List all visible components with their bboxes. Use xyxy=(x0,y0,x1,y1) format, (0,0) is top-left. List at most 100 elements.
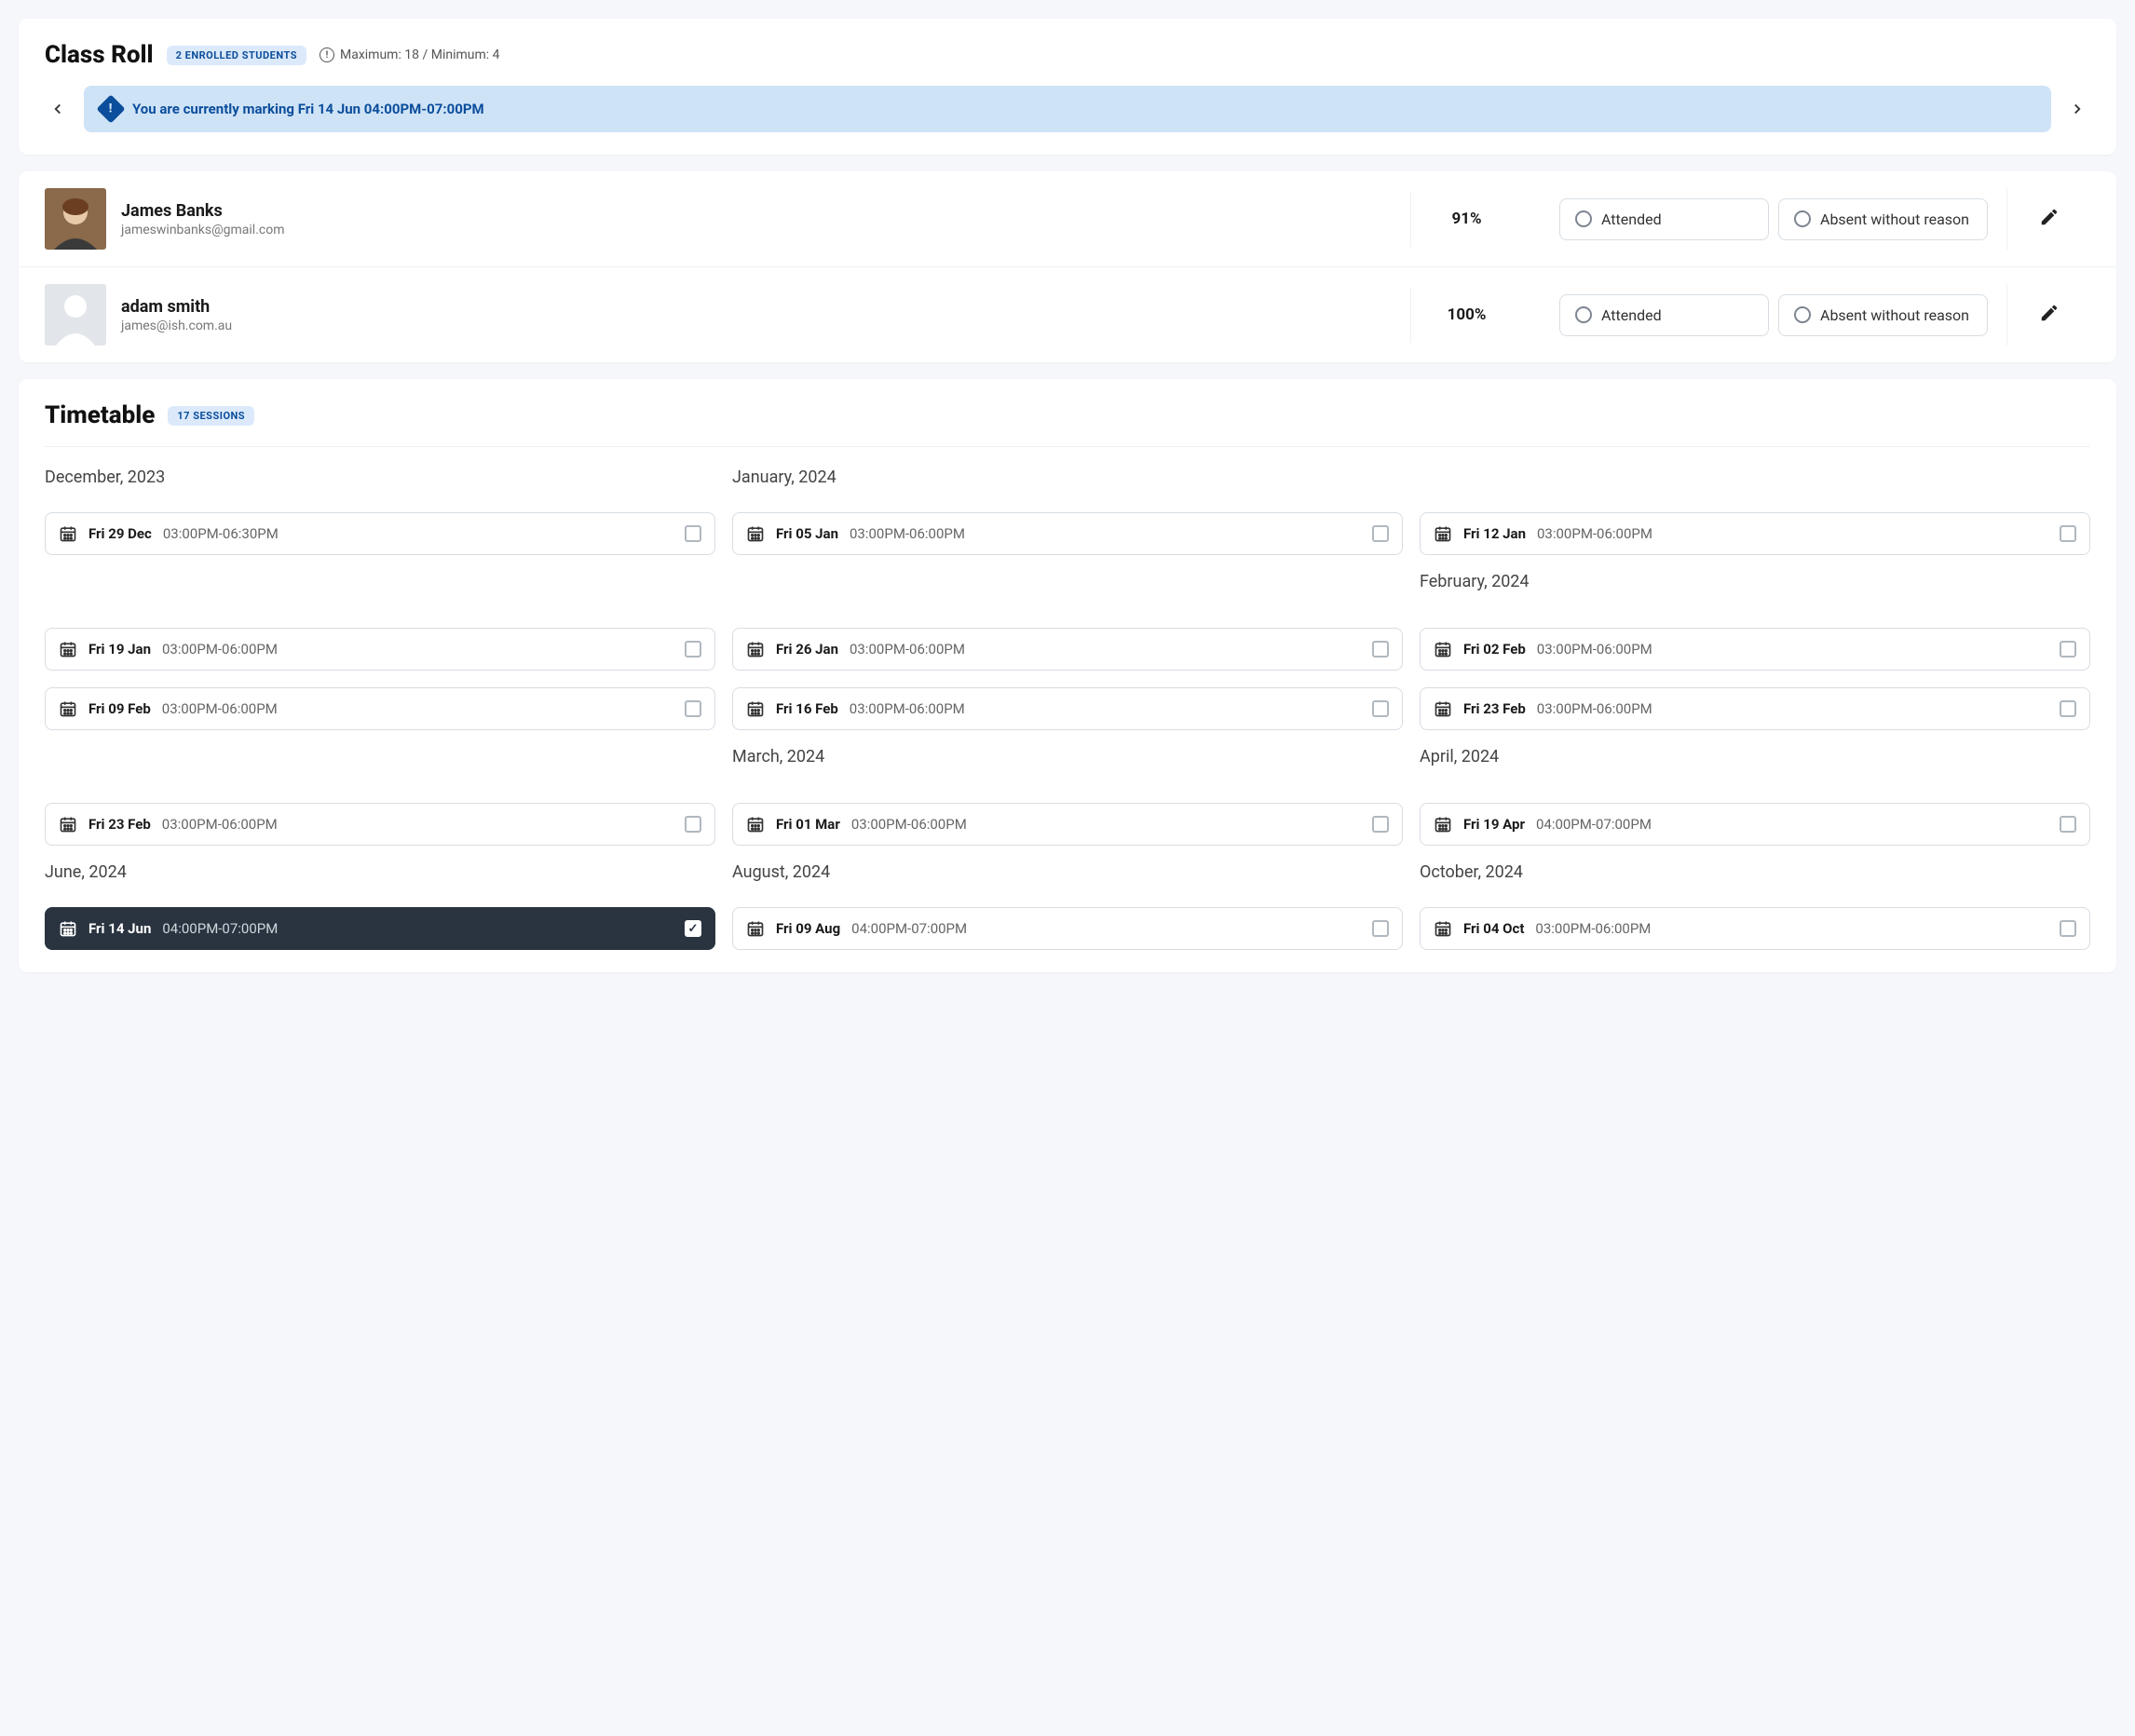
session-item[interactable]: Fri 29 Dec 03:00PM-06:30PM xyxy=(45,512,715,555)
calendar-icon xyxy=(746,524,765,543)
session-checkbox[interactable] xyxy=(1372,920,1389,937)
avatar-placeholder xyxy=(45,284,106,346)
radio-icon xyxy=(1575,210,1592,227)
month-label: August, 2024 xyxy=(732,862,1403,885)
session-checkbox[interactable] xyxy=(2060,641,2076,658)
edit-button[interactable] xyxy=(2039,303,2060,327)
session-time: 04:00PM-07:00PM xyxy=(851,920,967,937)
session-checkbox[interactable] xyxy=(1372,700,1389,717)
class-roll-card: Class Roll 2 ENROLLED STUDENTS ! Maximum… xyxy=(19,19,2116,155)
calendar-icon xyxy=(746,815,765,834)
session-checkbox[interactable]: ✓ xyxy=(685,920,701,937)
session-date: Fri 29 Dec xyxy=(88,525,152,542)
session-time: 03:00PM-06:00PM xyxy=(1537,641,1652,658)
absent-label: Absent without reason xyxy=(1820,306,1969,324)
banner-text: You are currently marking Fri 14 Jun 04:… xyxy=(132,101,484,117)
session-item[interactable]: Fri 09 Feb 03:00PM-06:00PM xyxy=(45,687,715,730)
session-item[interactable]: Fri 19 Jan 03:00PM-06:00PM xyxy=(45,628,715,671)
absent-option[interactable]: Absent without reason xyxy=(1778,198,1988,240)
session-checkbox[interactable] xyxy=(685,816,701,833)
student-email: james@ish.com.au xyxy=(121,319,232,333)
session-time: 03:00PM-06:00PM xyxy=(162,816,278,833)
session-date: Fri 26 Jan xyxy=(776,641,838,658)
session-time: 03:00PM-06:00PM xyxy=(851,816,967,833)
student-email: jameswinbanks@gmail.com xyxy=(121,223,285,237)
timetable-title: Timetable xyxy=(45,401,155,429)
class-roll-title: Class Roll xyxy=(45,41,154,69)
session-checkbox[interactable] xyxy=(1372,641,1389,658)
avatar xyxy=(45,284,106,346)
student-row: adam smith james@ish.com.au 100% Attende… xyxy=(19,266,2116,362)
avatar xyxy=(45,188,106,250)
session-item[interactable]: Fri 01 Mar 03:00PM-06:00PM xyxy=(732,803,1403,846)
students-card: James Banks jameswinbanks@gmail.com 91% … xyxy=(19,171,2116,362)
edit-button[interactable] xyxy=(2039,207,2060,231)
calendar-icon xyxy=(59,640,77,658)
session-item[interactable]: Fri 23 Feb 03:00PM-06:00PM xyxy=(1420,687,2090,730)
session-time: 03:00PM-06:00PM xyxy=(1535,920,1651,937)
student-name: adam smith xyxy=(121,297,232,317)
next-session-button[interactable] xyxy=(2064,96,2090,122)
session-item[interactable]: Fri 05 Jan 03:00PM-06:00PM xyxy=(732,512,1403,555)
student-name: James Banks xyxy=(121,201,285,221)
session-checkbox[interactable] xyxy=(2060,700,2076,717)
spacer xyxy=(732,572,1403,611)
session-checkbox[interactable] xyxy=(1372,525,1389,542)
session-date: Fri 09 Aug xyxy=(776,920,840,937)
session-item[interactable]: Fri 04 Oct 03:00PM-06:00PM xyxy=(1420,907,2090,950)
calendar-icon xyxy=(59,815,77,834)
session-item[interactable]: Fri 16 Feb 03:00PM-06:00PM xyxy=(732,687,1403,730)
calendar-icon xyxy=(746,919,765,938)
month-label: December, 2023 xyxy=(45,468,715,490)
timetable-header: Timetable 17 SESSIONS xyxy=(45,401,2090,447)
calendar-icon xyxy=(1434,919,1452,938)
session-time: 04:00PM-07:00PM xyxy=(1536,816,1652,833)
session-item[interactable]: Fri 26 Jan 03:00PM-06:00PM xyxy=(732,628,1403,671)
session-item[interactable]: Fri 02 Feb 03:00PM-06:00PM xyxy=(1420,628,2090,671)
session-checkbox[interactable] xyxy=(2060,920,2076,937)
info-icon: ! xyxy=(320,47,334,62)
student-row: James Banks jameswinbanks@gmail.com 91% … xyxy=(19,171,2116,266)
current-session-banner: ! You are currently marking Fri 14 Jun 0… xyxy=(84,86,2051,132)
session-date: Fri 02 Feb xyxy=(1463,641,1526,658)
session-date: Fri 01 Mar xyxy=(776,816,840,833)
session-date: Fri 04 Oct xyxy=(1463,920,1524,937)
prev-session-button[interactable] xyxy=(45,96,71,122)
calendar-icon xyxy=(59,699,77,718)
month-label xyxy=(1420,468,2090,490)
attended-label: Attended xyxy=(1601,306,1662,324)
session-time: 03:00PM-06:00PM xyxy=(850,700,965,717)
session-checkbox[interactable] xyxy=(685,641,701,658)
session-checkbox[interactable] xyxy=(2060,525,2076,542)
edit-cell xyxy=(2006,188,2090,250)
calendar-icon xyxy=(746,640,765,658)
session-checkbox[interactable] xyxy=(1372,816,1389,833)
avatar-photo xyxy=(45,188,106,250)
class-roll-header: Class Roll 2 ENROLLED STUDENTS ! Maximum… xyxy=(45,41,2090,69)
session-item[interactable]: Fri 19 Apr 04:00PM-07:00PM xyxy=(1420,803,2090,846)
session-time: 03:00PM-06:00PM xyxy=(850,525,965,542)
enrolled-students-badge: 2 ENROLLED STUDENTS xyxy=(167,46,306,65)
session-checkbox[interactable] xyxy=(2060,816,2076,833)
attendance-options: Attended Absent without reason xyxy=(1541,198,1988,240)
session-time: 03:00PM-06:00PM xyxy=(1537,525,1652,542)
session-item[interactable]: Fri 23 Feb 03:00PM-06:00PM xyxy=(45,803,715,846)
session-item[interactable]: Fri 09 Aug 04:00PM-07:00PM xyxy=(732,907,1403,950)
session-date: Fri 23 Feb xyxy=(1463,700,1526,717)
capacity-text: Maximum: 18 / Minimum: 4 xyxy=(340,47,500,62)
session-item[interactable]: Fri 14 Jun 04:00PM-07:00PM ✓ xyxy=(45,907,715,950)
attendance-options: Attended Absent without reason xyxy=(1541,294,1988,336)
chevron-right-icon xyxy=(2069,101,2086,117)
session-item[interactable]: Fri 12 Jan 03:00PM-06:00PM xyxy=(1420,512,2090,555)
month-label: January, 2024 xyxy=(732,468,1403,490)
absent-label: Absent without reason xyxy=(1820,210,1969,228)
attended-option[interactable]: Attended xyxy=(1559,294,1769,336)
session-date: Fri 19 Jan xyxy=(88,641,151,658)
absent-option[interactable]: Absent without reason xyxy=(1778,294,1988,336)
attended-option[interactable]: Attended xyxy=(1559,198,1769,240)
session-time: 03:00PM-06:00PM xyxy=(1537,700,1652,717)
spacer xyxy=(45,747,715,786)
session-checkbox[interactable] xyxy=(685,525,701,542)
capacity-meta: ! Maximum: 18 / Minimum: 4 xyxy=(320,47,500,62)
session-checkbox[interactable] xyxy=(685,700,701,717)
